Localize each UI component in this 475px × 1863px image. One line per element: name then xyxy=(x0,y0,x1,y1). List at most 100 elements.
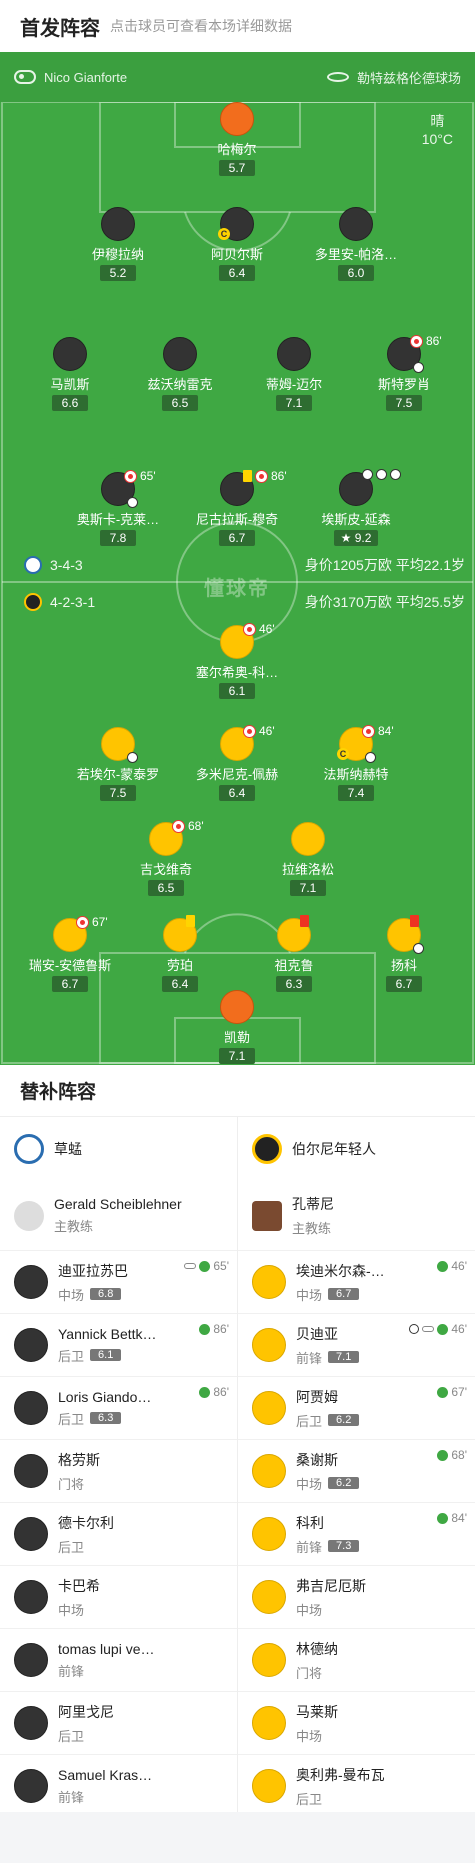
ball-icon xyxy=(362,469,373,480)
sub-out-icon xyxy=(172,819,185,833)
player-name: 凯勒 xyxy=(223,1030,250,1045)
player-away[interactable]: 46' 塞尔希奥-科… 6.1 xyxy=(177,622,297,700)
player-avatar xyxy=(14,1580,48,1614)
ball-icon xyxy=(127,752,138,763)
player-avatar xyxy=(163,915,197,952)
sub-rating: 7.1 xyxy=(328,1351,360,1363)
sub-player-row[interactable]: Samuel Kras… 前锋 xyxy=(0,1755,237,1818)
player-home-gk[interactable]: 哈梅尔 5.7 xyxy=(177,102,297,177)
player-name: 法斯纳赫特 xyxy=(323,767,389,782)
sub-name: 格劳斯 xyxy=(58,1451,100,1468)
player-away[interactable]: 46' 多米尼克-佩赫 6.4 xyxy=(177,724,297,802)
player-avatar: C 84' xyxy=(337,724,394,763)
card-badge xyxy=(410,915,419,927)
player-avatar xyxy=(14,1517,48,1551)
sub-player-row[interactable]: 贝迪亚前锋 7.1 46' xyxy=(238,1314,475,1377)
player-name: 马凯斯 xyxy=(50,377,90,392)
player-name: 尼古拉斯-穆奇 xyxy=(195,512,279,527)
sub-player-row[interactable]: 奥利弗-曼布瓦 后卫 xyxy=(238,1755,475,1818)
player-home[interactable]: 86' 斯特罗肖 7.5 xyxy=(344,334,464,412)
player-name: 瑞安-安德鲁斯 xyxy=(28,958,112,973)
player-rating: 6.5 xyxy=(148,880,184,896)
player-home[interactable]: 埃斯皮-延森 ★ 9.2 xyxy=(296,469,416,547)
player-home[interactable]: 多里安-帕洛… 6.0 xyxy=(296,207,416,282)
sub-player-row[interactable]: 迪亚拉苏巴 中场 6.8 65' xyxy=(0,1251,237,1314)
player-home[interactable]: 65' 奥斯卡-克莱… 7.8 xyxy=(58,469,178,547)
sub-position: 中场 xyxy=(296,1287,323,1303)
away-coach-row[interactable]: 孔蒂尼 主教练 xyxy=(238,1181,475,1251)
sub-name: Yannick Bettk… xyxy=(58,1325,157,1342)
player-away[interactable]: 68' 吉戈维奇 6.5 xyxy=(106,819,226,897)
sub-player-row[interactable]: tomas lupi ve… 前锋 xyxy=(0,1629,237,1692)
sub-position: 前锋 xyxy=(296,1350,323,1366)
weather-condition: 晴 xyxy=(430,113,445,129)
match-info-bar: Nico Gianforte 勒特兹格伦德球场 xyxy=(0,52,475,102)
sub-player-row[interactable]: 阿贾姆 后卫 6.2 67' xyxy=(238,1377,475,1440)
player-away[interactable]: 若埃尔-蒙泰罗 7.5 xyxy=(58,727,178,802)
player-avatar: 46' xyxy=(220,724,275,761)
sub-player-row[interactable]: 马莱斯 中场 xyxy=(238,1692,475,1755)
player-rating: 7.8 xyxy=(100,530,136,546)
sub-in-icon xyxy=(437,1323,449,1335)
player-avatar xyxy=(14,1454,48,1488)
page-bottom xyxy=(0,1812,475,1863)
player-avatar: C xyxy=(218,207,254,241)
sub-name: 贝迪亚 xyxy=(296,1325,338,1342)
sub-player-row[interactable]: 格劳斯 门将 xyxy=(0,1440,237,1503)
player-away[interactable]: C 84' 法斯纳赫特 7.4 xyxy=(296,724,416,802)
sub-out-icon xyxy=(243,724,256,738)
sub-badge: 68' xyxy=(172,819,204,833)
sub-player-row[interactable]: 林德纳 门将 xyxy=(238,1629,475,1692)
captain-icon: C xyxy=(218,228,230,240)
sub-player-row[interactable]: Loris Giando… 后卫 6.3 86' xyxy=(0,1377,237,1440)
sub-position: 前锋 xyxy=(58,1789,85,1805)
substitutes-section: 替补阵容 草蜢 Gerald Scheiblehner 主教练 迪亚拉苏巴 中场 6… xyxy=(0,1065,475,1818)
player-rating: 6.7 xyxy=(219,530,255,546)
player-avatar xyxy=(387,915,424,954)
sub-player-row[interactable]: 埃迪米尔森-… 中场 6.7 46' xyxy=(238,1251,475,1314)
player-home[interactable]: 86' 尼古拉斯-穆奇 6.7 xyxy=(177,469,297,547)
player-home[interactable]: 兹沃纳雷克 6.5 xyxy=(120,337,240,412)
sub-player-row[interactable]: 德卡尔利 后卫 xyxy=(0,1503,237,1566)
sub-in-badge: 46' xyxy=(437,1259,467,1273)
player-away[interactable]: 67' 瑞安-安德鲁斯 6.7 xyxy=(10,915,130,993)
sub-position: 中场 xyxy=(58,1287,85,1303)
sub-name: 埃迪米尔森-… xyxy=(296,1262,385,1279)
player-away[interactable]: 拉维洛松 7.1 xyxy=(248,822,368,897)
sub-player-row[interactable]: 卡巴希 中场 xyxy=(0,1566,237,1629)
sub-in-icon xyxy=(437,1512,449,1524)
stadium-icon xyxy=(326,72,349,82)
player-avatar xyxy=(252,1328,286,1362)
player-avatar: 68' xyxy=(149,819,204,856)
player-avatar xyxy=(163,337,197,371)
player-away[interactable]: 劳珀 6.4 xyxy=(120,915,240,993)
player-rating: 7.1 xyxy=(290,880,326,896)
sub-player-row[interactable]: 弗吉尼厄斯 中场 xyxy=(238,1566,475,1629)
sub-player-row[interactable]: 阿里戈尼 后卫 xyxy=(0,1692,237,1755)
sub-in-icon xyxy=(437,1449,449,1461)
sub-out-icon xyxy=(362,724,375,738)
player-name: 吉戈维奇 xyxy=(139,862,192,877)
player-away-gk[interactable]: 凯勒 7.1 xyxy=(177,990,297,1065)
home-coach-row[interactable]: Gerald Scheiblehner 主教练 xyxy=(0,1181,237,1251)
player-name: 多米尼克-佩赫 xyxy=(195,767,279,782)
player-home[interactable]: 蒂姆-迈尔 7.1 xyxy=(234,337,354,412)
sub-player-row[interactable]: Yannick Bettk… 后卫 6.1 86' xyxy=(0,1314,237,1377)
player-away[interactable]: 扬科 6.7 xyxy=(344,915,464,993)
player-home[interactable]: C 阿贝尔斯 6.4 xyxy=(177,207,297,282)
sub-out-icon xyxy=(243,622,256,636)
sub-player-row[interactable]: 科利 前锋 7.3 84' xyxy=(238,1503,475,1566)
sub-name: 阿贾姆 xyxy=(296,1388,338,1405)
weather: 晴 10°C xyxy=(422,112,453,148)
sub-rating: 6.1 xyxy=(90,1349,122,1361)
player-name: 蒂姆-迈尔 xyxy=(265,377,323,392)
sub-badge: 65' xyxy=(124,469,156,483)
player-home[interactable]: 马凯斯 6.6 xyxy=(10,337,130,412)
sub-in-badge: 46' xyxy=(409,1322,467,1336)
yellow-card-icon xyxy=(186,915,195,927)
player-home[interactable]: 伊穆拉纳 5.2 xyxy=(58,207,178,282)
sub-player-row[interactable]: 桑谢斯 中场 6.2 68' xyxy=(238,1440,475,1503)
player-avatar xyxy=(14,1391,48,1425)
sub-position: 前锋 xyxy=(296,1539,323,1555)
player-away[interactable]: 祖克鲁 6.3 xyxy=(234,915,354,993)
